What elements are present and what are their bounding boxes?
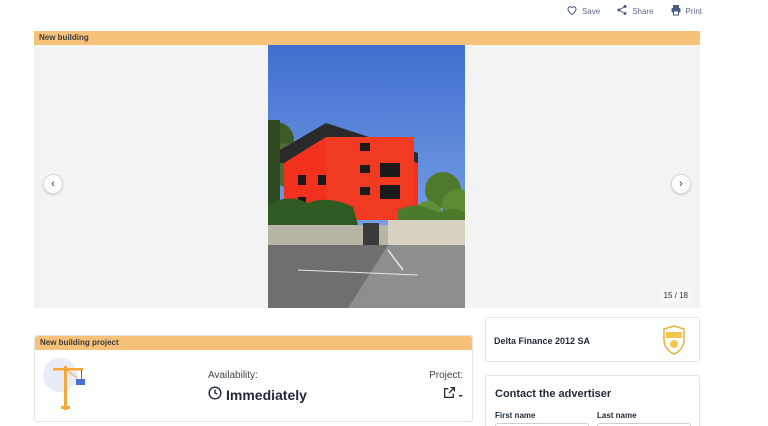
share-label: Share xyxy=(632,6,654,16)
print-button[interactable]: Print xyxy=(670,4,702,18)
availability-value: Immediately xyxy=(226,386,307,403)
save-label: Save xyxy=(581,6,601,16)
first-name-label: First name xyxy=(495,411,536,420)
next-photo-button[interactable]: › xyxy=(671,174,691,194)
save-button[interactable]: Save xyxy=(566,4,600,18)
agency-name[interactable]: Delta Finance 2012 SA xyxy=(494,336,590,346)
availability-label: Availability: xyxy=(208,370,258,381)
project-card-header: New building project xyxy=(35,336,472,350)
crane-icon xyxy=(43,358,87,410)
print-label: Print xyxy=(685,6,702,16)
gold-agency-badge-icon xyxy=(662,325,686,355)
last-name-label: Last name xyxy=(597,411,637,420)
new-building-project-card: New building project Availability: Immed… xyxy=(34,335,473,422)
agency-card[interactable]: Delta Finance 2012 SA xyxy=(485,317,700,362)
photo-gallery: New building ‹ › 15 / 18 xyxy=(34,31,700,308)
gallery-stage: ‹ › 15 / 18 xyxy=(34,45,700,308)
photo-counter: 15 / 18 xyxy=(659,289,692,302)
project-label: Project: xyxy=(429,370,463,381)
printer-icon xyxy=(670,4,682,18)
top-actions: Save Share Print xyxy=(566,4,702,18)
project-value: - xyxy=(458,386,463,402)
share-icon xyxy=(616,4,628,18)
contact-advertiser-card: Contact the advertiser First name Last n… xyxy=(485,375,700,426)
heart-icon xyxy=(566,4,578,18)
availability-block: Availability: Immediately xyxy=(208,370,307,403)
new-building-badge: New building xyxy=(34,31,700,45)
external-link-icon[interactable] xyxy=(443,386,456,402)
clock-icon xyxy=(208,386,222,403)
gallery-photo[interactable] xyxy=(268,45,465,308)
project-block: Project: - xyxy=(429,370,463,402)
share-button[interactable]: Share xyxy=(616,4,654,18)
previous-photo-button[interactable]: ‹ xyxy=(43,174,63,194)
chevron-right-icon: › xyxy=(679,178,683,190)
chevron-left-icon: ‹ xyxy=(51,178,55,190)
contact-title: Contact the advertiser xyxy=(495,388,612,400)
